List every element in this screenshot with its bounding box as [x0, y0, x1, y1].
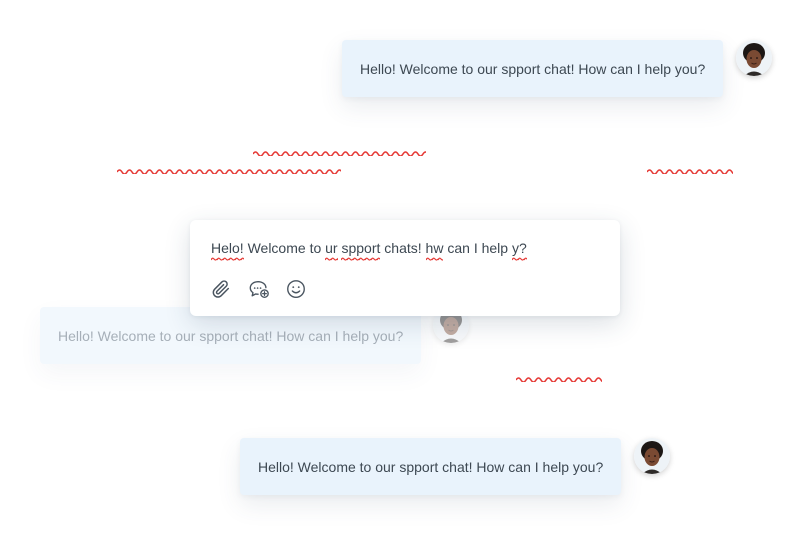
attach-button[interactable] — [210, 278, 232, 300]
spellcheck-underline — [516, 376, 602, 382]
spellcheck-underline — [647, 168, 733, 174]
message-bubble: Hello! Welcome to our spport chat! How c… — [342, 40, 723, 97]
composer-word: help — [481, 240, 509, 256]
composer-input[interactable]: Helo! Welcome to ur spport chats! hw can… — [211, 240, 527, 261]
misspelled-word: spport — [341, 240, 381, 261]
spellcheck-underline — [117, 168, 341, 174]
agent-avatar-image — [736, 40, 772, 76]
misspelled-word: ur — [325, 240, 339, 261]
emoji-button[interactable] — [285, 278, 307, 300]
agent-avatar — [736, 40, 772, 76]
message-text: Hello! Welcome to our spport chat! How c… — [58, 327, 404, 344]
composer-word: to — [309, 240, 322, 256]
paperclip-icon — [212, 280, 230, 298]
misspelled-word: y? — [511, 240, 527, 261]
composer-word: chats! — [384, 240, 422, 256]
chat-add-icon — [249, 280, 269, 298]
composer-word: can — [447, 240, 470, 256]
message-text: Hello! Welcome to our spport chat! How c… — [258, 458, 604, 475]
agent-avatar-image — [634, 438, 670, 474]
misspelled-word: hw — [425, 240, 444, 261]
composer-word: Welcome — [247, 240, 306, 256]
composer-word: I — [473, 240, 478, 256]
agent-avatar — [634, 438, 670, 474]
message-composer[interactable]: Helo! Welcome to ur spport chats! hw can… — [190, 220, 620, 316]
misspelled-word: Helo! — [211, 240, 244, 261]
chat-stage: Hello! Welcome to our spport chat! How c… — [0, 0, 809, 535]
new-chat-button[interactable] — [248, 278, 270, 300]
message-text: Hello! Welcome to our spport chat! How c… — [360, 60, 706, 77]
spellcheck-underline — [253, 150, 426, 156]
message-bubble: Hello! Welcome to our spport chat! How c… — [240, 438, 621, 495]
smiley-icon — [287, 280, 305, 298]
